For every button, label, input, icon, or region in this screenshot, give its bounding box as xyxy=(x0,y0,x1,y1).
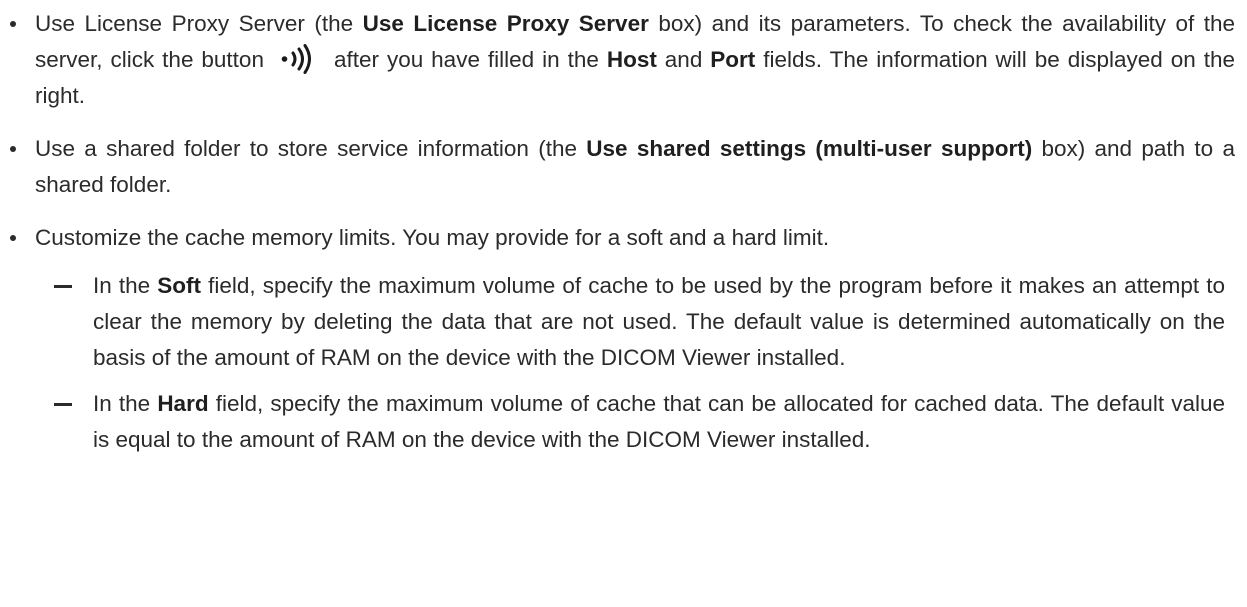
bold-term: Soft xyxy=(157,273,201,298)
sub-item-soft-limit: In the Soft field, specify the maximum v… xyxy=(35,268,1235,376)
document-page: Use License Proxy Server (the Use Licens… xyxy=(0,0,1247,607)
text: In the xyxy=(93,273,158,298)
text: field, specify the maximum volume of cac… xyxy=(93,391,1225,452)
paragraph: In the Soft field, specify the maximum v… xyxy=(93,268,1225,376)
paragraph: Use License Proxy Server (the Use Licens… xyxy=(35,6,1235,114)
paragraph: In the Hard field, specify the maximum v… xyxy=(93,386,1225,458)
sub-list: In the Soft field, specify the maximum v… xyxy=(35,268,1235,458)
bold-term: Use License Proxy Server xyxy=(362,11,649,36)
list-item-cache-limits: Customize the cache memory limits. You m… xyxy=(0,220,1247,458)
bold-term: Port xyxy=(710,47,756,72)
bold-term: Hard xyxy=(157,391,209,416)
dash-marker xyxy=(54,403,72,406)
list-item-license-proxy: Use License Proxy Server (the Use Licens… xyxy=(0,6,1247,114)
wireless-signal-icon xyxy=(280,44,314,74)
text: field, specify the maximum volume of cac… xyxy=(93,273,1225,370)
bullet-point xyxy=(10,146,16,152)
bullet-point xyxy=(10,21,16,27)
text: Customize the cache memory limits. You m… xyxy=(35,225,830,250)
sub-item-hard-limit: In the Hard field, specify the maximum v… xyxy=(35,386,1235,458)
text: Use a shared folder to store service inf… xyxy=(35,136,587,161)
list-item-shared-folder: Use a shared folder to store service inf… xyxy=(0,131,1247,203)
bold-term: Host xyxy=(606,47,657,72)
paragraph: Customize the cache memory limits. You m… xyxy=(35,220,1235,256)
dash-marker xyxy=(54,285,72,288)
text: In the xyxy=(93,391,158,416)
text: and xyxy=(656,47,711,72)
bold-term: Use shared settings (multi-user support) xyxy=(586,136,1033,161)
bullet-point xyxy=(10,235,16,241)
paragraph: Use a shared folder to store service inf… xyxy=(35,131,1235,203)
text: Use License Proxy Server (the xyxy=(35,11,363,36)
bullet-list: Use License Proxy Server (the Use Licens… xyxy=(0,6,1247,458)
text: after you have filled in the xyxy=(333,47,607,72)
